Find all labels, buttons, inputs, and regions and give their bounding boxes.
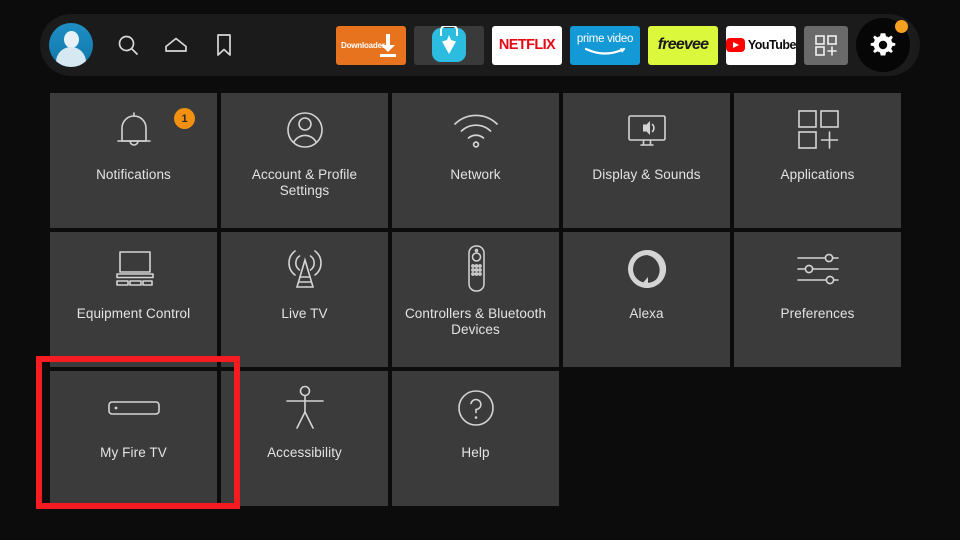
settings-tile-display-sounds[interactable]: Display & Sounds xyxy=(563,93,730,228)
settings-tile-label: Applications xyxy=(780,167,855,182)
settings-tile-network[interactable]: Network xyxy=(392,93,559,228)
tv-speaker-icon xyxy=(563,93,730,167)
app-downloader[interactable]: Downloader xyxy=(336,25,406,65)
settings-tile-label: Equipment Control xyxy=(76,306,191,321)
nav-left-group xyxy=(40,23,251,67)
settings-tile-label: Accessibility xyxy=(267,445,342,460)
settings-tile-label: Display & Sounds xyxy=(592,167,701,182)
accessibility-person-icon xyxy=(221,371,388,445)
settings-tile-label: Alexa xyxy=(629,306,664,321)
settings-tile-live-tv[interactable]: Live TV xyxy=(221,232,388,367)
settings-tile-accessibility[interactable]: Accessibility xyxy=(221,371,388,506)
settings-row-2: Equipment Control Live TV Controllers & … xyxy=(50,232,906,367)
settings-row-3: My Fire TV Accessibility Help xyxy=(50,371,906,506)
settings-tile-applications[interactable]: Applications xyxy=(734,93,901,228)
settings-tile-label: Account & Profile Settings xyxy=(251,167,358,198)
apps-grid-plus-icon xyxy=(815,35,837,56)
settings-tile-label: Preferences xyxy=(780,306,855,321)
settings-tile-label: Help xyxy=(461,445,490,460)
gear-icon xyxy=(870,33,896,56)
settings-tile-help[interactable]: Help xyxy=(392,371,559,506)
aptoide-handle-shape xyxy=(440,25,458,36)
settings-tile-label: Live TV xyxy=(281,306,328,321)
download-arrow-icon xyxy=(380,33,396,57)
settings-tile-account-profile-settings[interactable]: Account & Profile Settings xyxy=(221,93,388,228)
settings-row-1: 1 Notifications Account & Profile Settin… xyxy=(50,93,906,228)
settings-notification-dot xyxy=(895,20,908,33)
prime-video-wordmark: prime video xyxy=(576,33,634,46)
home-icon[interactable] xyxy=(155,24,197,66)
settings-tile-preferences[interactable]: Preferences xyxy=(734,232,901,367)
settings-button[interactable] xyxy=(856,18,910,72)
youtube-play-icon xyxy=(726,38,745,52)
amazon-smile-icon xyxy=(584,47,626,55)
person-circle-icon xyxy=(221,93,388,167)
sliders-icon xyxy=(734,232,901,306)
app-shortcuts-row: Downloader NETFLIX prime video freevee Y… xyxy=(336,18,920,72)
app-youtube[interactable]: YouTube xyxy=(726,25,796,65)
app-aptoide[interactable] xyxy=(414,25,484,65)
bell-icon xyxy=(50,93,217,167)
app-prime-video[interactable]: prime video xyxy=(570,25,640,65)
app-freevee[interactable]: freevee xyxy=(648,25,718,65)
freevee-wordmark: freevee xyxy=(657,36,709,53)
bookmark-icon[interactable] xyxy=(203,24,245,66)
notifications-badge: 1 xyxy=(174,108,195,129)
settings-tile-my-fire-tv[interactable]: My Fire TV xyxy=(50,371,217,506)
settings-tile-equipment-control[interactable]: Equipment Control xyxy=(50,232,217,367)
netflix-wordmark: NETFLIX xyxy=(498,37,556,53)
top-navigation-bar: Downloader NETFLIX prime video freevee Y… xyxy=(40,14,920,76)
aptoide-bag-shape xyxy=(432,25,466,62)
settings-tile-label: Notifications xyxy=(96,167,171,182)
alexa-ring-icon xyxy=(563,232,730,306)
settings-grid: 1 Notifications Account & Profile Settin… xyxy=(50,93,906,510)
settings-tile-alexa[interactable]: Alexa xyxy=(563,232,730,367)
apps-grid-plus-icon xyxy=(734,93,901,167)
profile-avatar[interactable] xyxy=(49,23,93,67)
settings-tile-label: Network xyxy=(450,167,501,182)
settings-tile-label: Controllers & Bluetooth Devices xyxy=(404,306,547,337)
remote-control-icon xyxy=(392,232,559,306)
avatar-head-shape xyxy=(63,31,79,48)
avatar-body-shape xyxy=(56,47,86,67)
question-circle-icon xyxy=(392,371,559,445)
settings-tile-controllers-bluetooth-devices[interactable]: Controllers & Bluetooth Devices xyxy=(392,232,559,367)
settings-tile-notifications[interactable]: 1 Notifications xyxy=(50,93,217,228)
tv-soundbar-icon xyxy=(50,232,217,306)
wifi-icon xyxy=(392,93,559,167)
all-apps-button[interactable] xyxy=(804,25,848,65)
broadcast-tower-icon xyxy=(221,232,388,306)
youtube-wordmark: YouTube xyxy=(747,38,796,52)
search-icon[interactable] xyxy=(107,24,149,66)
settings-tile-label: My Fire TV xyxy=(100,445,167,460)
fire-tv-stick-icon xyxy=(50,371,217,445)
app-netflix[interactable]: NETFLIX xyxy=(492,25,562,65)
